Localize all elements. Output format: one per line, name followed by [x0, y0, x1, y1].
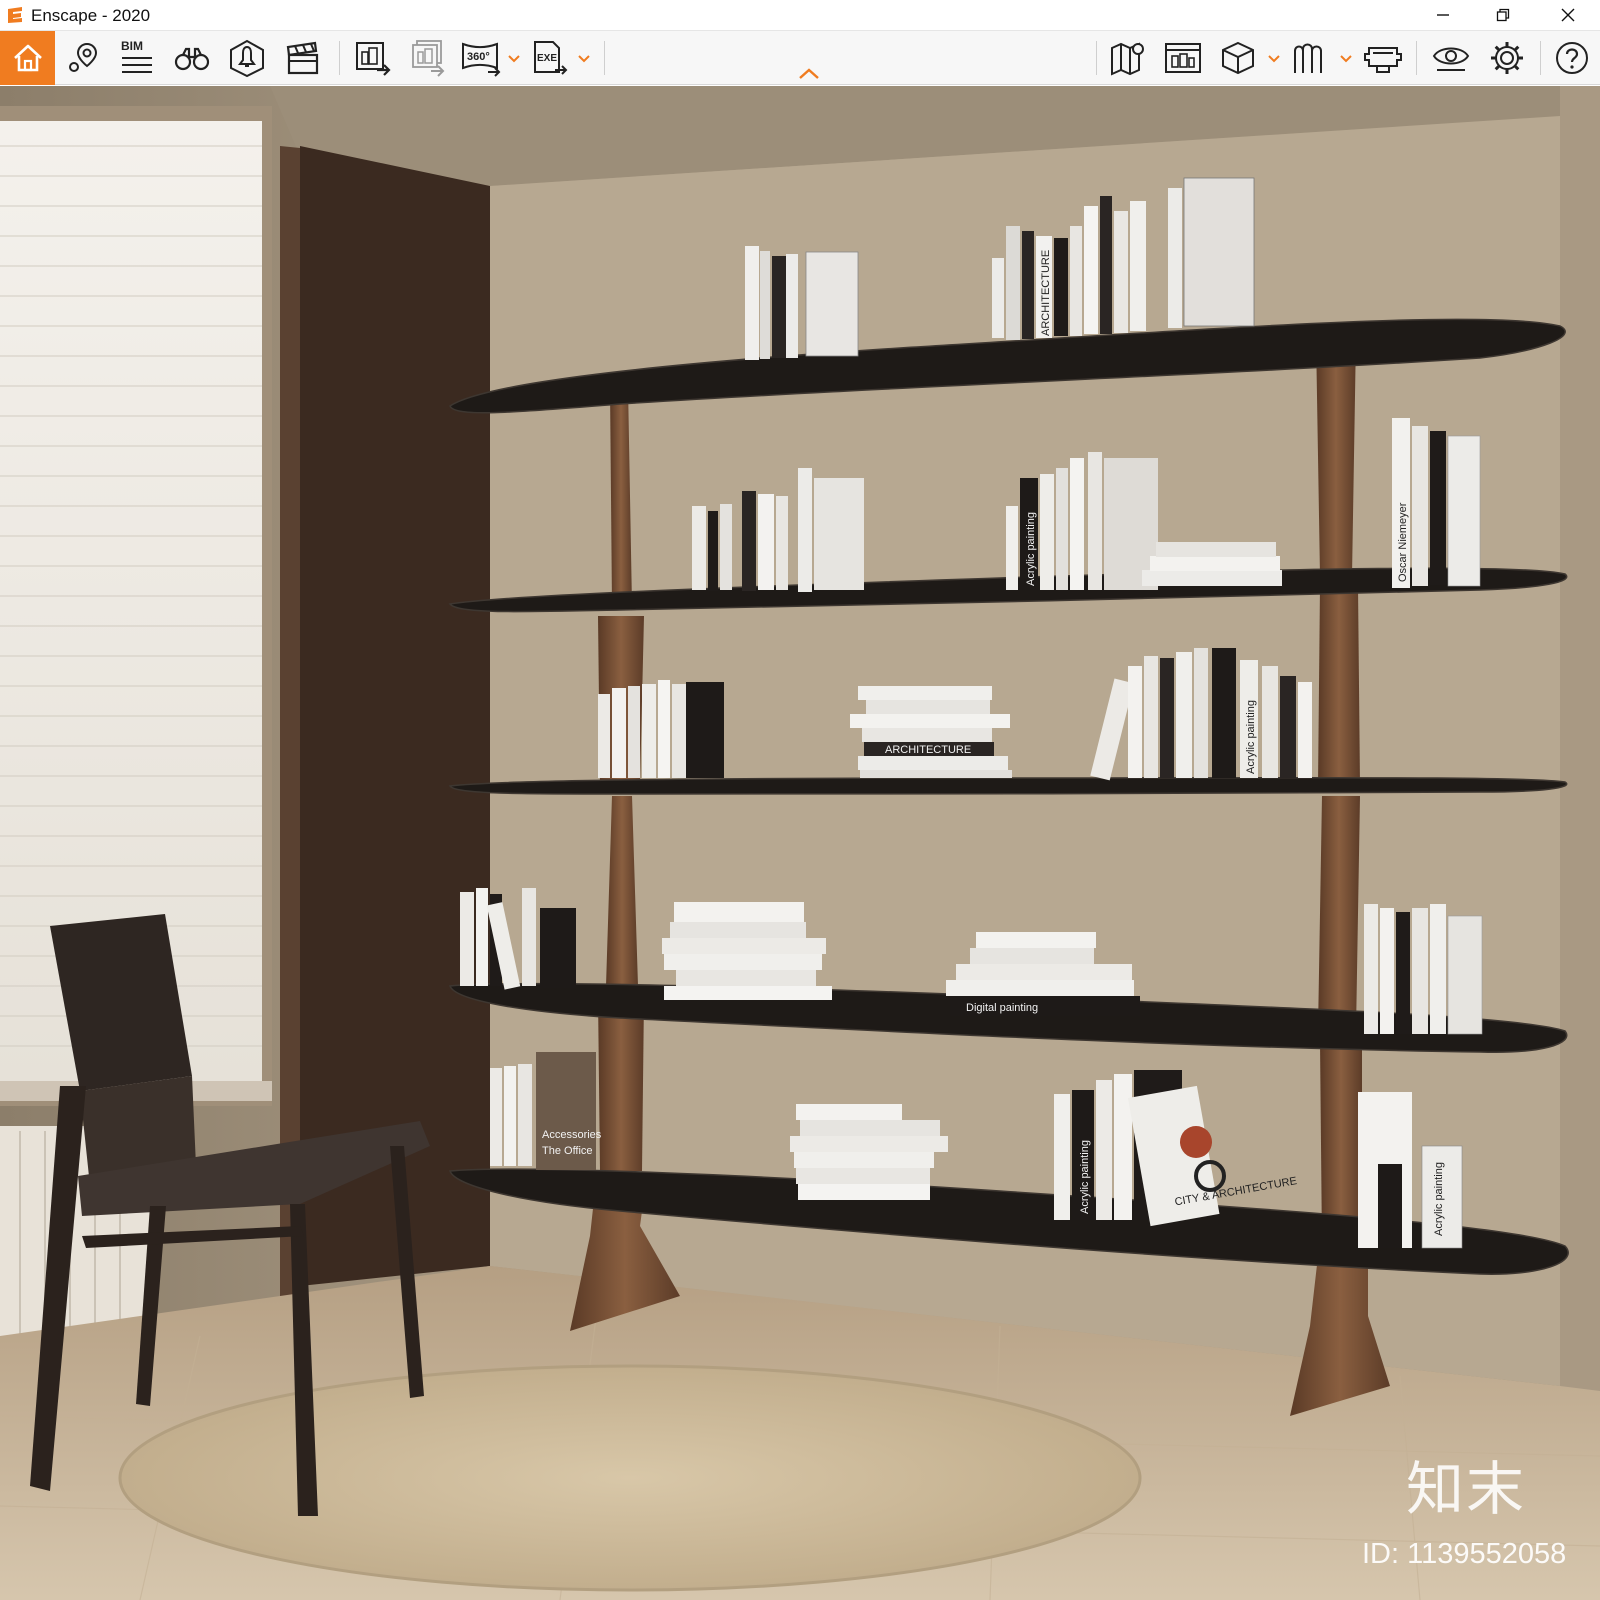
spine-acrylic-bottom: Acrylic painting: [1079, 1140, 1091, 1214]
spine-architecture-middle: ARCHITECTURE: [885, 744, 971, 756]
eye-icon: [1432, 47, 1470, 71]
help-button[interactable]: [1550, 31, 1594, 85]
web-export-icon: [1165, 43, 1201, 73]
vr-headset-icon: [1364, 47, 1402, 73]
gear-icon: [1491, 42, 1523, 74]
title-bar: Enscape - 2020: [0, 0, 1600, 31]
spine-acrylic-middle: Acrylic painting: [1245, 700, 1257, 774]
spine-accessories: Accessories: [542, 1129, 602, 1141]
minimize-button[interactable]: [1420, 0, 1466, 30]
panorama-label: 360°: [467, 51, 490, 63]
light-view-icon: [230, 39, 264, 78]
material-editor-button[interactable]: [1288, 31, 1332, 85]
restore-icon: [1496, 8, 1510, 22]
screenshot-export-icon: [356, 42, 391, 76]
batch-export-icon: [412, 40, 445, 77]
bim-label: BIM: [121, 39, 143, 53]
home-icon: [13, 44, 42, 72]
window-title: Enscape - 2020: [31, 6, 151, 25]
chevron-up-icon: [799, 68, 819, 79]
panorama-360-icon: 360°: [462, 42, 501, 77]
spine-the-office: The Office: [542, 1145, 593, 1157]
bim-info-icon: BIM: [121, 39, 152, 73]
render-scene: ARCHITECTURE Acrylic painting Oscar Niem…: [0, 86, 1600, 1600]
spine-oscar-niemeyer: Oscar Niemeyer: [1397, 502, 1409, 582]
middle-shelf: [448, 776, 1568, 795]
render-viewport[interactable]: ARCHITECTURE Acrylic painting Oscar Niem…: [0, 86, 1600, 1600]
asset-library-button[interactable]: [1216, 31, 1260, 85]
collapse-toolbar-button[interactable]: [796, 64, 822, 84]
bim-button[interactable]: BIM: [114, 31, 158, 85]
views-button[interactable]: [62, 31, 104, 85]
panorama-button[interactable]: 360°: [458, 31, 504, 85]
exe-export-button[interactable]: EXE: [526, 31, 572, 85]
binoculars-icon: [174, 47, 210, 71]
toolbar-separator: [1540, 41, 1541, 75]
location-pin-icon: [69, 42, 98, 72]
main-toolbar: BIM 360° EXE: [0, 31, 1600, 85]
batch-render-button[interactable]: [404, 31, 450, 85]
clapperboard-icon: [286, 41, 319, 75]
walk-mode-button[interactable]: [170, 31, 214, 85]
toolbar-separator: [1416, 41, 1417, 75]
exe-dropdown-chevron-icon[interactable]: [578, 53, 590, 63]
minimize-icon: [1437, 14, 1449, 16]
spine-acrylic-bottom-right: Acrylic painting: [1433, 1162, 1445, 1236]
cube-icon: [1222, 41, 1254, 75]
close-icon: [1561, 8, 1575, 22]
material-icon: [1294, 43, 1322, 73]
visual-settings-button[interactable]: [1428, 31, 1474, 85]
enscape-logo-icon: [8, 7, 22, 23]
toolbar-separator: [339, 41, 340, 75]
help-icon: [1556, 42, 1588, 74]
minimap-button[interactable]: [1106, 31, 1150, 85]
watermark-brand-text: 知末: [1406, 1455, 1527, 1523]
web-standalone-button[interactable]: [1160, 31, 1206, 85]
spine-architecture-top: ARCHITECTURE: [1040, 250, 1052, 336]
general-settings-button[interactable]: [1484, 31, 1530, 85]
video-editor-button[interactable]: [280, 31, 326, 85]
exe-label: EXE: [537, 53, 557, 64]
close-button[interactable]: [1545, 0, 1591, 30]
material-dropdown-chevron-icon[interactable]: [1340, 53, 1352, 63]
vr-headset-button[interactable]: [1360, 31, 1406, 85]
asset-dropdown-chevron-icon[interactable]: [1268, 53, 1280, 63]
render-image-button[interactable]: [350, 31, 396, 85]
map-icon: [1111, 42, 1144, 76]
image-id-label: ID: 1139552058: [1362, 1538, 1567, 1570]
panorama-dropdown-chevron-icon[interactable]: [508, 53, 520, 63]
exe-export-icon: EXE: [534, 41, 568, 75]
spine-acrylic-second: Acrylic painting: [1025, 512, 1037, 586]
restore-button[interactable]: [1480, 0, 1526, 30]
toolbar-separator: [604, 41, 605, 75]
toolbar-separator: [1096, 41, 1097, 75]
light-view-button[interactable]: [224, 31, 270, 85]
home-button[interactable]: [0, 31, 55, 85]
spine-digital-painting: Digital painting: [966, 1002, 1038, 1014]
